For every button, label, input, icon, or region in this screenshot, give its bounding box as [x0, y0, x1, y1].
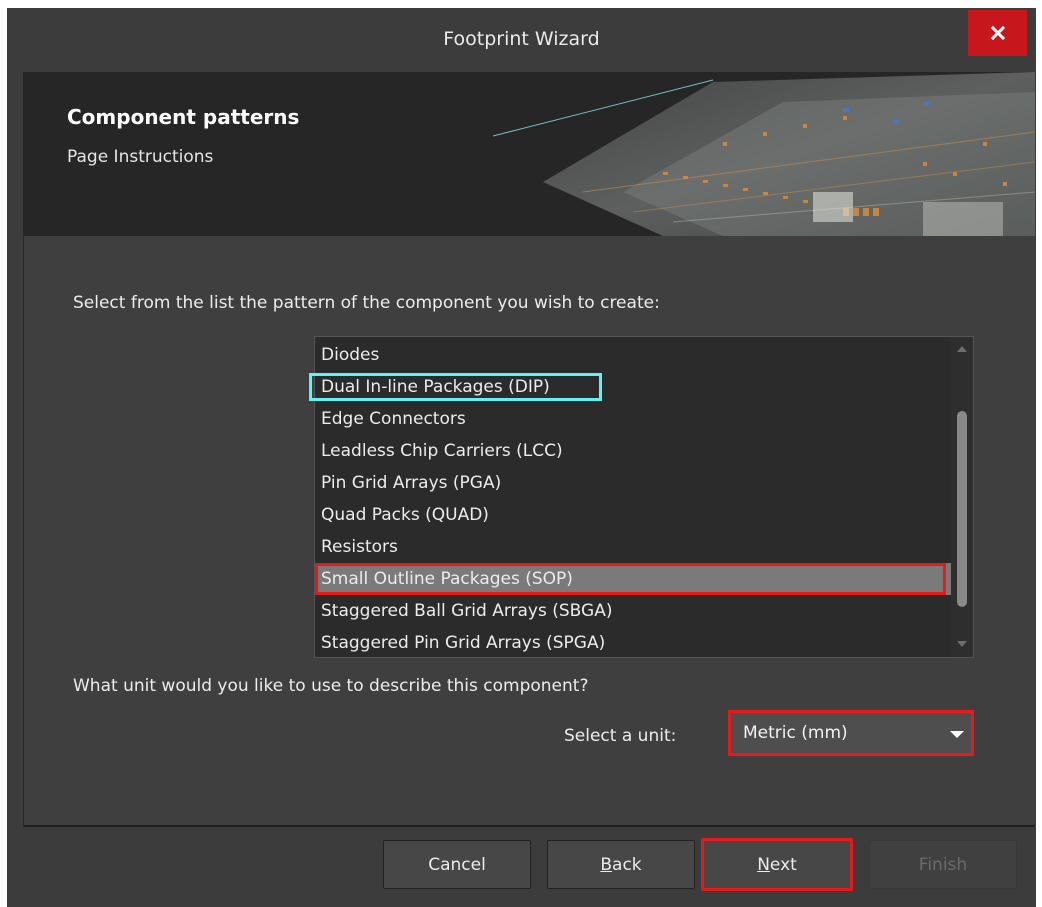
back-button-label: Back [600, 855, 641, 875]
close-icon [990, 25, 1005, 41]
next-button-label: Next [757, 855, 797, 875]
window-title: Footprint Wizard [443, 28, 600, 50]
unit-label: Select a unit: [564, 726, 677, 746]
list-item-label: Staggered Ball Grid Arrays (SBGA) [321, 601, 613, 621]
list-item-edge-connectors[interactable]: Edge Connectors [315, 403, 951, 435]
next-rest: ext [769, 854, 797, 875]
close-button[interactable] [968, 10, 1027, 56]
list-item-sop-selected[interactable]: Small Outline Packages (SOP) [315, 563, 951, 595]
list-item-pga[interactable]: Pin Grid Arrays (PGA) [315, 467, 951, 499]
chevron-down-icon [950, 731, 964, 738]
header-banner: Component patterns Page Instructions [23, 72, 1035, 236]
cancel-button-label: Cancel [428, 854, 486, 875]
scroll-down-icon[interactable] [957, 641, 967, 647]
list-item-label: Staggered Pin Grid Arrays (SPGA) [321, 633, 606, 653]
banner-title: Component patterns [67, 105, 300, 129]
cancel-button[interactable]: Cancel [383, 840, 531, 889]
wizard-content: Select from the list the pattern of the … [23, 236, 1035, 827]
back-mnemonic: B [600, 854, 613, 875]
list-item-label: Edge Connectors [321, 409, 466, 429]
finish-button: Finish [869, 840, 1017, 889]
list-item-diodes[interactable]: Diodes [315, 339, 951, 371]
back-rest: ack [612, 854, 642, 875]
next-button[interactable]: Next [701, 838, 853, 891]
scroll-up-icon[interactable] [957, 346, 967, 352]
pattern-prompt: Select from the list the pattern of the … [73, 293, 660, 313]
unit-select[interactable]: Metric (mm) [728, 710, 974, 756]
finish-button-label: Finish [918, 854, 968, 875]
unit-select-value: Metric (mm) [743, 723, 848, 743]
scroll-thumb[interactable] [957, 411, 967, 607]
next-mnemonic: N [757, 854, 770, 875]
list-item-resistors[interactable]: Resistors [315, 531, 951, 563]
list-item-spga[interactable]: Staggered Pin Grid Arrays (SPGA) [315, 627, 951, 659]
list-item-label: Quad Packs (QUAD) [321, 505, 489, 525]
unit-prompt: What unit would you like to use to descr… [73, 676, 589, 696]
back-button[interactable]: Back [547, 840, 695, 889]
list-item-lcc[interactable]: Leadless Chip Carriers (LCC) [315, 435, 951, 467]
list-item-label: Dual In-line Packages (DIP) [321, 377, 550, 397]
list-item-label: Leadless Chip Carriers (LCC) [321, 441, 563, 461]
list-item-quad[interactable]: Quad Packs (QUAD) [315, 499, 951, 531]
list-item-label: Pin Grid Arrays (PGA) [321, 473, 502, 493]
list-item-label: Small Outline Packages (SOP) [321, 569, 573, 589]
pattern-listbox[interactable]: Diodes Dual In-line Packages (DIP) Edge … [309, 336, 974, 659]
banner-subtitle: Page Instructions [67, 147, 214, 167]
title-bar: Footprint Wizard [7, 8, 1036, 72]
list-item-dip[interactable]: Dual In-line Packages (DIP) [309, 371, 951, 403]
footprint-wizard-window: Footprint Wizard Component patterns Page… [7, 8, 1036, 907]
list-item-sbga[interactable]: Staggered Ball Grid Arrays (SBGA) [315, 595, 951, 627]
list-item-label: Diodes [321, 345, 380, 365]
list-scrollbar[interactable] [951, 337, 973, 657]
list-item-label: Resistors [321, 537, 398, 557]
